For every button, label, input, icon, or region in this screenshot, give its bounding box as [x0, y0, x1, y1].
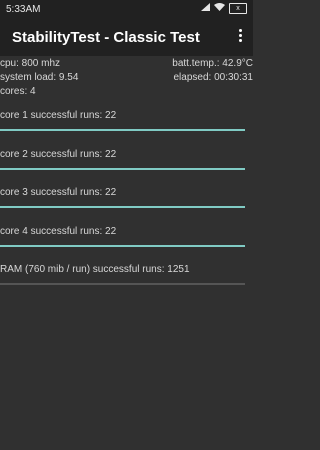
- status-icons: x: [201, 3, 247, 14]
- cpu-frequency: cpu: 800 mhz: [0, 58, 61, 69]
- ram-label: RAM (760 mib / run) successful runs: 125…: [0, 264, 190, 275]
- core-1-progress: [0, 129, 245, 131]
- signal-icon: [201, 3, 210, 14]
- system-load: system load: 9.54: [0, 72, 79, 83]
- core-4-progress: [0, 245, 245, 247]
- core-4-label: core 4 successful runs: 22: [0, 226, 117, 237]
- app-bar: StabilityTest - Classic Test: [0, 18, 253, 56]
- battery-icon: x: [229, 3, 247, 14]
- overflow-menu-icon[interactable]: [237, 29, 243, 45]
- elapsed-time: elapsed: 00:30:31: [173, 72, 253, 83]
- core-1-label: core 1 successful runs: 22: [0, 110, 117, 121]
- ram-progress: [0, 283, 245, 285]
- wifi-icon: [214, 3, 225, 14]
- app-title: StabilityTest - Classic Test: [12, 29, 200, 46]
- core-3-progress: [0, 206, 245, 208]
- status-time: 5:33AM: [6, 4, 41, 15]
- core-2-progress: [0, 168, 245, 170]
- cores-count: cores: 4: [0, 86, 36, 97]
- status-bar: 5:33AM x: [0, 0, 253, 18]
- battery-temperature: batt.temp.: 42.9°C: [172, 58, 253, 69]
- core-3-label: core 3 successful runs: 22: [0, 187, 117, 198]
- core-2-label: core 2 successful runs: 22: [0, 149, 117, 160]
